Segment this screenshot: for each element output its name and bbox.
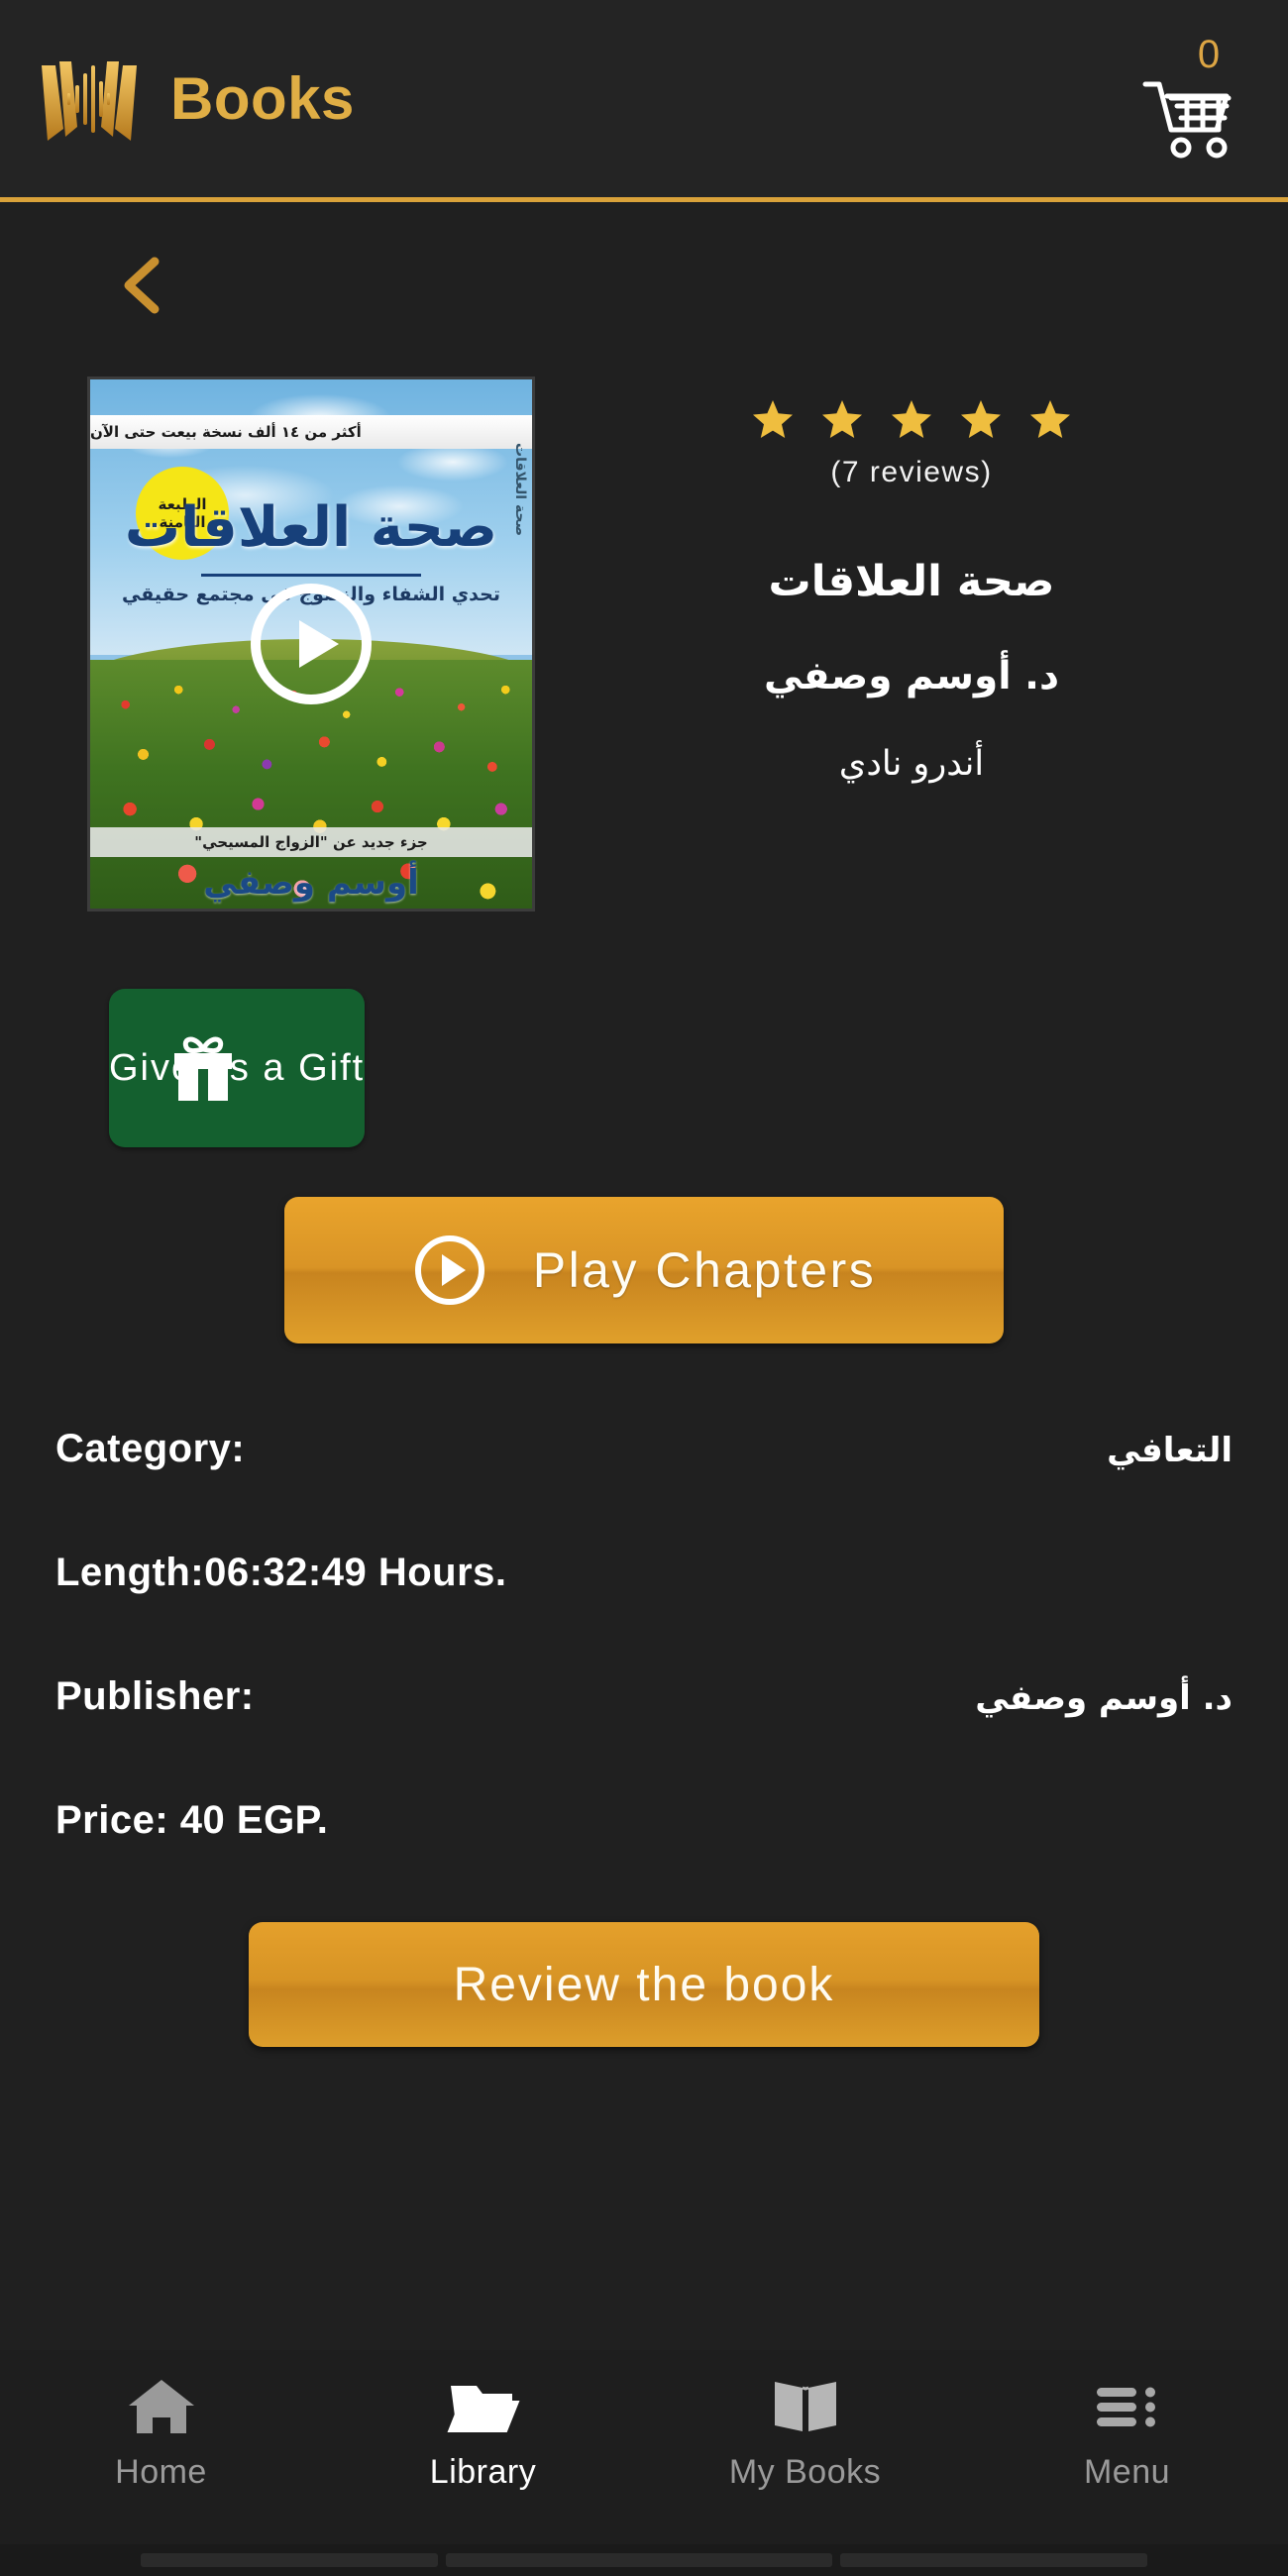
book-details: Category: التعافي Length:06:32:49 Hours.… (0, 1343, 1288, 1843)
detail-row-category: Category: التعافي (55, 1427, 1233, 1471)
book-author: د. أوسم وصفي (764, 653, 1059, 698)
open-book-audio-waveform-icon (34, 52, 145, 147)
system-gesture-bar (0, 2544, 1288, 2576)
book-cover[interactable]: أكثر من ١٤ ألف نسخة بيعت حتى الآن صحة ال… (87, 376, 535, 912)
star-filled-icon (960, 398, 1002, 440)
book-info-column: (7 reviews) صحة العلاقات د. أوسم وصفي أن… (535, 376, 1288, 785)
play-circle-icon (412, 1233, 487, 1308)
nav-item-my-books[interactable]: My Books (644, 2376, 966, 2492)
app-header: Books 0 (0, 0, 1288, 202)
star-filled-icon (752, 398, 794, 440)
gesture-segment (141, 2553, 438, 2567)
back-row (0, 202, 1288, 321)
book-title: صحة العلاقات (768, 557, 1055, 606)
reviews-count[interactable]: (7 reviews) (830, 456, 992, 489)
detail-row-publisher: Publisher: د. أوسم وصفي (55, 1674, 1233, 1719)
nav-label: Library (429, 2453, 537, 2491)
folder-open-icon (447, 2376, 520, 2437)
detail-label: Price: 40 EGP. (55, 1798, 329, 1842)
gesture-segment (840, 2553, 1147, 2567)
play-chapters-button[interactable]: Play Chapters (284, 1197, 1004, 1343)
review-the-book-button[interactable]: Review the book (249, 1922, 1039, 2047)
detail-row-length: Length:06:32:49 Hours. (55, 1551, 1233, 1595)
bottom-navigation: Home Library My Books Menu (0, 2350, 1288, 2544)
play-chapters-label: Play Chapters (532, 1242, 877, 1298)
cover-column: أكثر من ١٤ ألف نسخة بيعت حتى الآن صحة ال… (0, 376, 535, 912)
nav-item-library[interactable]: Library (322, 2376, 644, 2492)
brand: Books (34, 52, 355, 147)
open-book-icon (769, 2376, 842, 2437)
detail-label: Category: (55, 1427, 246, 1470)
rating-stars[interactable] (752, 398, 1071, 440)
cover-footer-note: جزء جديد عن "الزواج المسيحي" (90, 827, 532, 857)
back-button[interactable] (105, 250, 176, 321)
gift-box-icon (166, 1031, 240, 1105)
cover-top-banner: أكثر من ١٤ ألف نسخة بيعت حتى الآن (90, 415, 532, 449)
detail-row-price: Price: 40 EGP. (55, 1798, 1233, 1843)
cart-count-badge: 0 (1197, 32, 1221, 76)
nav-item-home[interactable]: Home (0, 2376, 322, 2492)
cover-title-rule (201, 574, 421, 577)
book-narrator: أندرو نادي (838, 744, 985, 785)
cover-author: أوسم وصفي (203, 863, 419, 903)
gesture-segment (446, 2553, 832, 2567)
star-filled-icon (821, 398, 863, 440)
cover-title: صحة العلاقات (124, 495, 498, 560)
list-menu-icon (1091, 2376, 1164, 2437)
detail-label: Length:06:32:49 Hours. (55, 1551, 507, 1594)
give-as-gift-button[interactable]: Give as a Gift (109, 989, 366, 1147)
shopping-cart-icon (1139, 76, 1242, 163)
star-filled-icon (891, 398, 932, 440)
detail-value: التعافي (1107, 1431, 1233, 1470)
detail-label: Publisher: (55, 1674, 255, 1718)
nav-label: Home (115, 2453, 207, 2491)
cart-button[interactable]: 0 (1139, 35, 1242, 163)
nav-label: Menu (1083, 2453, 1171, 2491)
detail-value: د. أوسم وصفي (975, 1678, 1233, 1718)
app-root: Books 0 أكثر من ١٤ ألف نسخة بيعت حتى الآ… (0, 0, 1288, 2576)
book-hero: أكثر من ١٤ ألف نسخة بيعت حتى الآن صحة ال… (0, 321, 1288, 912)
star-filled-icon (1029, 398, 1071, 440)
chevron-left-icon (105, 257, 176, 324)
page-title: Books (170, 64, 355, 132)
home-icon (125, 2376, 198, 2437)
nav-label: My Books (728, 2453, 882, 2491)
play-circle-icon[interactable] (248, 581, 375, 707)
nav-item-menu[interactable]: Menu (966, 2376, 1288, 2492)
page-content: أكثر من ١٤ ألف نسخة بيعت حتى الآن صحة ال… (0, 202, 1288, 2350)
